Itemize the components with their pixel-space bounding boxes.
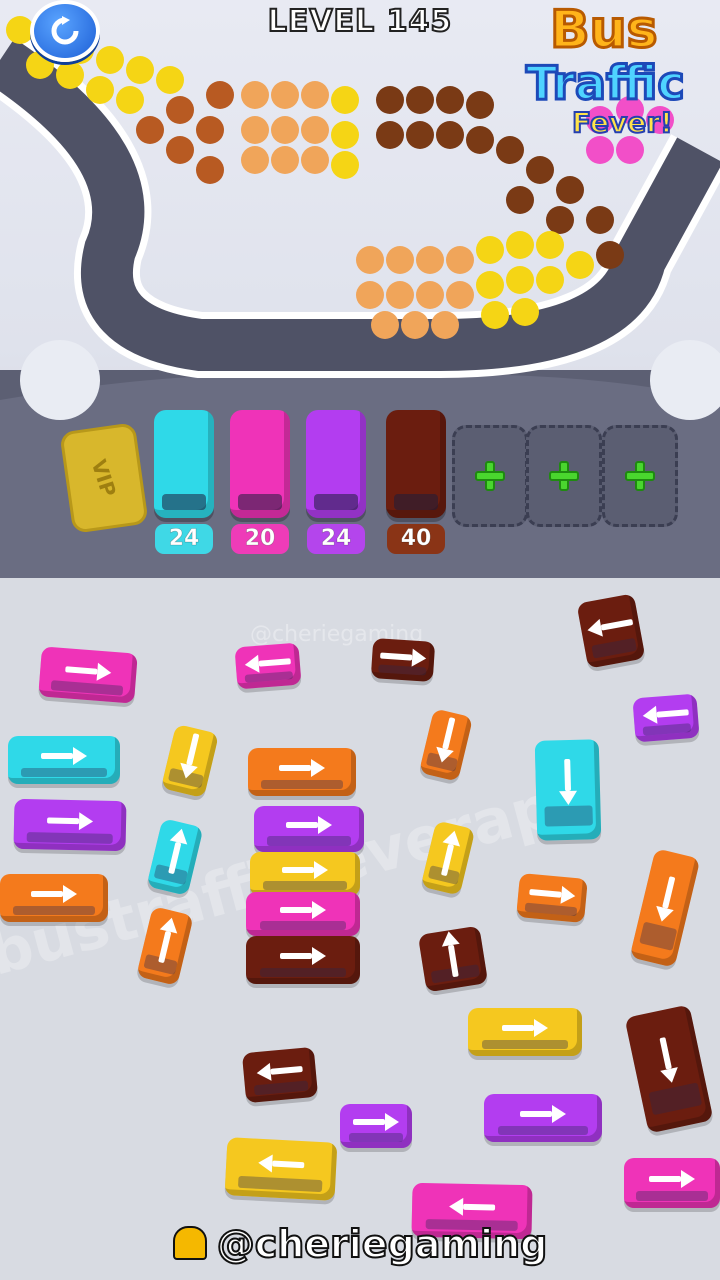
vehicle[interactable] (8, 736, 120, 784)
vehicle-window (498, 1125, 588, 1136)
vehicle-window (348, 1133, 404, 1142)
vehicle[interactable] (224, 1137, 338, 1201)
handle-text: @cheriegaming (216, 1221, 549, 1267)
direction-arrow-icon (642, 704, 689, 726)
direction-arrow-icon (65, 660, 112, 682)
direction-arrow-icon (152, 916, 180, 965)
vehicle[interactable] (417, 925, 489, 993)
vehicle[interactable] (484, 1094, 602, 1142)
vehicle-window (50, 680, 124, 696)
vehicle[interactable] (370, 638, 436, 682)
vehicle-window (238, 1176, 323, 1193)
direction-arrow-icon (653, 1035, 680, 1084)
vehicle[interactable] (246, 892, 360, 936)
vehicle-window (12, 905, 96, 916)
direction-arrow-icon (520, 1105, 566, 1124)
plus-icon (549, 461, 579, 491)
direction-arrow-icon (529, 883, 576, 905)
parked-bus (306, 410, 366, 518)
vehicle[interactable] (468, 1008, 582, 1056)
direction-arrow-icon (558, 759, 577, 805)
vip-label: VIP (86, 456, 122, 500)
direction-arrow-icon (286, 816, 332, 835)
direction-arrow-icon (449, 1197, 495, 1216)
direction-arrow-icon (282, 861, 328, 880)
vehicle-window (481, 1039, 569, 1050)
vehicle[interactable] (248, 748, 356, 796)
vehicle-window (263, 881, 347, 890)
restart-button[interactable] (30, 0, 100, 62)
direction-arrow-icon (41, 747, 87, 766)
logo-line-3: Fever! (571, 105, 674, 140)
direction-arrow-icon (244, 652, 291, 674)
game-logo: Bus Traffic Fever! (520, 0, 720, 150)
vehicle-window (638, 921, 678, 952)
vehicle[interactable] (234, 642, 302, 690)
vehicle-window (27, 832, 113, 844)
vehicle-window (642, 723, 692, 736)
restart-icon (51, 16, 79, 45)
vehicle-window (591, 637, 638, 659)
empty-slot[interactable] (602, 425, 678, 527)
vehicle-window (259, 921, 347, 930)
direction-arrow-icon (31, 885, 77, 904)
vehicle-window (21, 767, 107, 778)
direction-arrow-icon (433, 715, 461, 764)
parked-bus (154, 410, 214, 518)
direction-arrow-icon (162, 827, 190, 876)
direction-arrow-icon (653, 875, 681, 924)
passenger-count-badge: 20 (231, 524, 289, 554)
vehicle[interactable] (0, 874, 108, 922)
vehicle[interactable] (13, 798, 127, 852)
direction-arrow-icon (280, 901, 326, 920)
vip-slot[interactable]: VIP (59, 422, 149, 534)
direction-arrow-icon (586, 613, 635, 639)
direction-arrow-icon (279, 759, 325, 778)
vehicle[interactable] (624, 1158, 720, 1208)
plus-icon (475, 461, 505, 491)
vehicle[interactable] (250, 852, 360, 896)
parked-bus (230, 410, 290, 518)
creator-handle: @cheriegaming (0, 1221, 720, 1267)
vehicle[interactable] (38, 646, 138, 704)
direction-arrow-icon (280, 947, 326, 966)
vehicle-window (253, 1080, 309, 1096)
bell-icon (172, 1226, 207, 1260)
direction-arrow-icon (435, 828, 463, 877)
passenger-count-badge: 24 (155, 524, 213, 554)
vehicle[interactable] (534, 739, 602, 841)
vehicle[interactable] (576, 593, 646, 669)
level-indicator: LEVEL 145 (267, 3, 453, 40)
vehicle-window (635, 1191, 709, 1201)
direction-arrow-icon (353, 1113, 399, 1132)
direction-arrow-icon (649, 1170, 695, 1188)
vehicle-window (260, 779, 344, 790)
vehicle[interactable] (254, 806, 364, 852)
boarding-area: LEVEL 145 Bus Traffic Fever! VIP 24 20 24 4… (0, 0, 720, 578)
vehicle[interactable] (241, 1046, 319, 1104)
direction-arrow-icon (256, 1060, 303, 1082)
vehicle-window (648, 1082, 703, 1116)
passenger-count-badge: 40 (387, 524, 445, 554)
logo-line-1: Bus (549, 0, 660, 62)
empty-slot[interactable] (526, 425, 602, 527)
direction-arrow-icon (177, 731, 205, 780)
vehicle[interactable] (632, 693, 700, 743)
vehicle-window (267, 836, 351, 846)
vehicle-window (259, 967, 347, 978)
parked-bus (386, 410, 446, 518)
vehicle[interactable] (516, 872, 588, 924)
vehicle[interactable] (340, 1104, 412, 1148)
logo-line-2: Traffic (525, 55, 687, 112)
vehicle[interactable] (246, 936, 360, 984)
empty-slot[interactable] (452, 425, 528, 527)
passenger-count-badge: 24 (307, 524, 365, 554)
direction-arrow-icon (502, 1019, 548, 1038)
plus-icon (625, 461, 655, 491)
direction-arrow-icon (258, 1154, 305, 1174)
direction-arrow-icon (47, 812, 93, 831)
vehicle-window (544, 805, 594, 827)
direction-arrow-icon (380, 646, 427, 667)
